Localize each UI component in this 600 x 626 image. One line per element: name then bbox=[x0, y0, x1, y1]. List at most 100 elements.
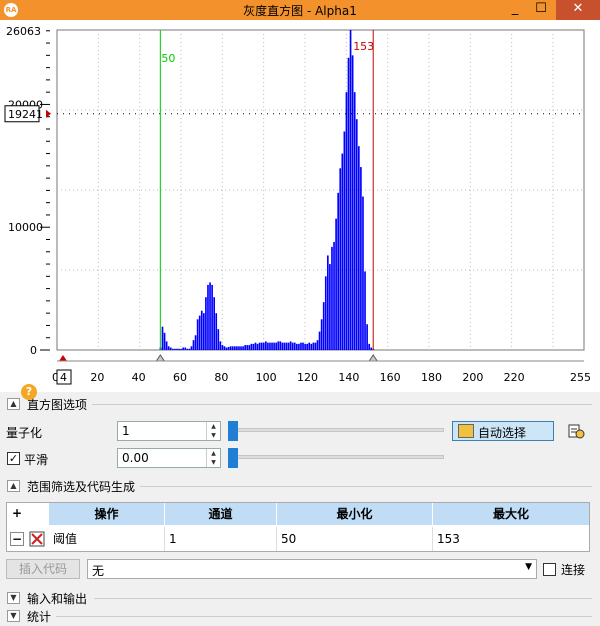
connect-checkbox[interactable] bbox=[543, 563, 556, 576]
threshold-value-label: 19241 bbox=[8, 108, 43, 121]
low-handle-icon bbox=[155, 354, 166, 362]
minimize-button[interactable]: _ bbox=[502, 0, 528, 20]
histogram-bar bbox=[176, 348, 178, 350]
quantize-slider[interactable] bbox=[232, 428, 444, 432]
histogram-bar bbox=[196, 319, 199, 350]
histogram-bar bbox=[370, 347, 373, 350]
histogram-bar bbox=[227, 346, 230, 350]
histogram-bar bbox=[184, 347, 187, 350]
histogram-bar bbox=[225, 347, 228, 350]
high-marker-label: 153 bbox=[353, 40, 374, 53]
histogram-bar bbox=[163, 332, 166, 350]
histogram-bar bbox=[231, 346, 234, 350]
histogram-bar bbox=[296, 343, 298, 350]
smooth-arrows[interactable]: ▲ ▼ bbox=[206, 449, 220, 467]
histogram-bar bbox=[178, 348, 180, 350]
histogram-bar bbox=[312, 342, 315, 350]
histogram-bar bbox=[242, 346, 244, 350]
histogram-bar bbox=[271, 342, 273, 350]
delete-filter-icon[interactable] bbox=[29, 531, 45, 547]
cell-max[interactable]: 153 bbox=[433, 527, 589, 551]
histogram-bar bbox=[345, 92, 348, 351]
divider bbox=[56, 616, 592, 617]
histogram-bar bbox=[291, 342, 294, 350]
histogram-bar bbox=[351, 55, 354, 350]
histogram-bar bbox=[269, 342, 271, 350]
auto-select-icon bbox=[458, 424, 474, 438]
histogram-bar bbox=[260, 342, 263, 350]
histogram-bar bbox=[314, 342, 317, 350]
collapse-chevron-icon[interactable]: ▲ bbox=[7, 480, 20, 492]
collapse-chevron-icon[interactable]: ▲ bbox=[7, 398, 20, 410]
histogram-bar bbox=[331, 246, 333, 350]
histogram-bar bbox=[362, 196, 364, 350]
histogram-bar bbox=[277, 341, 280, 350]
histogram-bar bbox=[262, 342, 265, 350]
histogram-bar bbox=[283, 342, 286, 350]
x-tick-label: 255 bbox=[570, 371, 591, 384]
spin-up-icon: ▲ bbox=[211, 423, 216, 430]
x-tick-label: 80 bbox=[214, 371, 228, 384]
remove-row-button[interactable]: − bbox=[10, 532, 24, 546]
histogram-bar bbox=[273, 342, 275, 350]
range-filter-header[interactable]: ▲ 范围筛选及代码生成 bbox=[0, 477, 600, 495]
divider bbox=[94, 598, 592, 599]
smooth-stepper[interactable]: 0.00 ▲ ▼ bbox=[117, 448, 221, 468]
histogram-panel[interactable]: 50 153 26063 20000 10000 0 19241 0 4 20 40 60 80 100… bbox=[0, 20, 600, 400]
histogram-bar bbox=[248, 345, 251, 350]
report-icon[interactable] bbox=[567, 422, 585, 440]
histogram-bar bbox=[198, 315, 201, 350]
range-filter-title: 范围筛选及代码生成 bbox=[27, 480, 136, 494]
add-row-button[interactable]: + bbox=[10, 507, 24, 521]
histogram-bar bbox=[267, 342, 269, 350]
smooth-slider-handle[interactable] bbox=[228, 448, 238, 468]
io-header[interactable]: ▼ 输入和输出 bbox=[0, 589, 600, 607]
maximize-button[interactable]: ☐ bbox=[528, 0, 554, 20]
code-select[interactable]: 无 ▼ bbox=[87, 559, 537, 579]
x-tick-label: 40 bbox=[132, 371, 146, 384]
histogram-bar bbox=[258, 342, 261, 350]
histogram-bar bbox=[240, 346, 242, 350]
expand-chevron-icon[interactable]: ▼ bbox=[7, 592, 20, 604]
histogram-bar bbox=[333, 241, 335, 350]
column-header-op[interactable]: 操作 bbox=[49, 503, 165, 525]
histogram-bar bbox=[298, 343, 300, 350]
divider bbox=[92, 404, 592, 405]
auto-select-button[interactable]: 自动选择 bbox=[452, 421, 554, 441]
histogram-bar bbox=[322, 302, 325, 350]
column-header-max[interactable]: 最大化 bbox=[433, 503, 589, 525]
x-tick-label: 180 bbox=[421, 371, 442, 384]
x-tick-label: 220 bbox=[504, 371, 525, 384]
histogram-bar bbox=[339, 168, 342, 350]
histogram-options-header[interactable]: ▲ 直方图选项 bbox=[0, 395, 600, 413]
histogram-bar bbox=[281, 342, 284, 350]
quantize-arrows[interactable]: ▲ ▼ bbox=[206, 422, 220, 440]
histogram-bar bbox=[205, 297, 207, 350]
histogram-bar bbox=[254, 342, 257, 350]
plot-frame bbox=[56, 29, 585, 351]
histogram-bar bbox=[320, 319, 323, 350]
histogram-bar bbox=[349, 30, 352, 350]
insert-code-button[interactable]: 插入代码 bbox=[6, 559, 80, 579]
histogram-bar bbox=[200, 310, 203, 350]
expand-chevron-icon[interactable]: ▼ bbox=[7, 610, 20, 622]
cell-min[interactable]: 50 bbox=[277, 527, 433, 551]
column-header-min[interactable]: 最小化 bbox=[277, 503, 433, 525]
histogram-bar bbox=[217, 329, 220, 350]
histogram-bar bbox=[213, 297, 215, 350]
high-handle-icon bbox=[368, 354, 379, 362]
quantize-slider-handle[interactable] bbox=[228, 421, 238, 441]
stats-header[interactable]: ▼ 统计 bbox=[0, 607, 600, 625]
histogram-chart[interactable]: 50153 2606320000100000192410 4 20 40 60 80 100… bbox=[0, 20, 600, 392]
smooth-checkbox[interactable]: ✓ bbox=[7, 452, 20, 465]
cell-op[interactable]: 阈值 bbox=[49, 527, 165, 551]
histogram-bar bbox=[246, 345, 249, 350]
column-header-channel[interactable]: 通道 bbox=[165, 503, 277, 525]
quantize-stepper[interactable]: 1 ▲ ▼ bbox=[117, 421, 221, 441]
close-button[interactable]: ✕ bbox=[556, 0, 600, 20]
divider bbox=[140, 486, 592, 487]
cell-channel[interactable]: 1 bbox=[165, 527, 277, 551]
smooth-value: 0.00 bbox=[122, 451, 149, 465]
smooth-slider[interactable] bbox=[232, 455, 444, 459]
auto-select-label: 自动选择 bbox=[478, 426, 527, 440]
